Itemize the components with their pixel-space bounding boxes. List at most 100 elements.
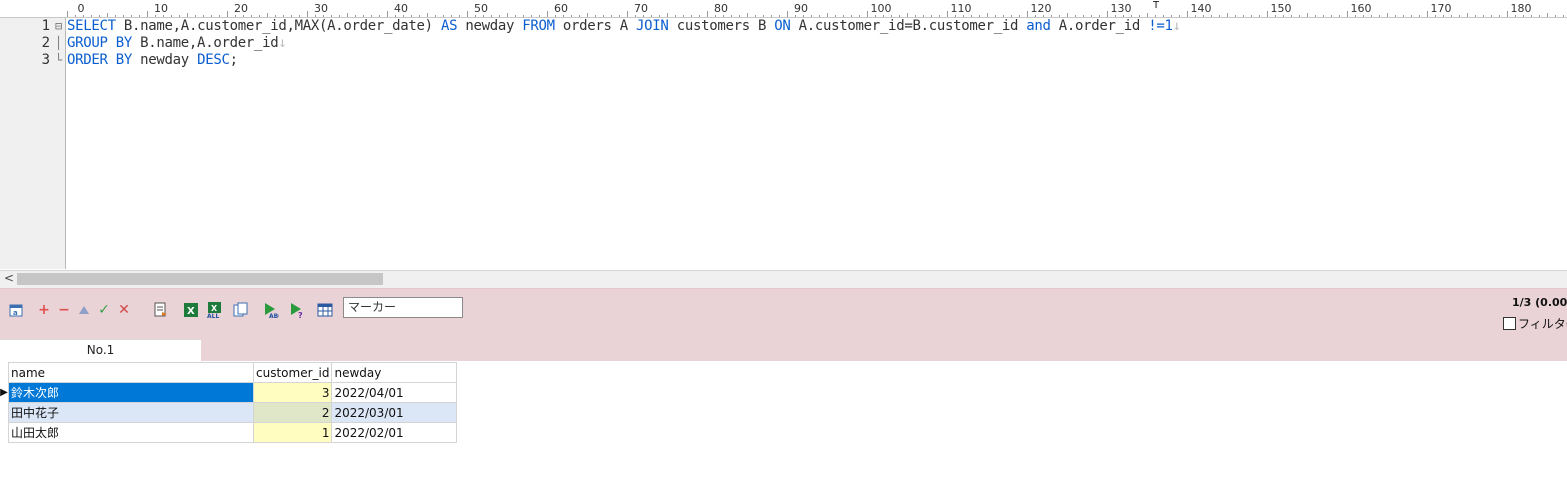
cell-customer-id[interactable]: 1 (252, 422, 333, 443)
ruler-tick (963, 15, 964, 17)
sql-token: ; (229, 52, 238, 68)
ruler-tick (499, 15, 500, 17)
svg-text:?: ? (298, 311, 303, 318)
ruler-tick (83, 15, 84, 17)
ruler-tick (1163, 15, 1164, 17)
ruler-label: 150 (1270, 2, 1292, 15)
ruler-tick (163, 15, 164, 17)
ruler-tick (643, 15, 644, 17)
code-line[interactable]: SELECT B.name,A.customer_id,MAX(A.order_… (67, 18, 1557, 35)
cell-newday[interactable]: 2022/02/01 (331, 422, 458, 443)
table-row[interactable]: 田中花子 2 2022/03/01 (0, 402, 458, 423)
ruler-tick (1523, 15, 1524, 17)
column-header-customer-id[interactable]: customer_id (252, 362, 333, 383)
export-file-icon[interactable] (153, 302, 169, 318)
ruler-tick (155, 15, 156, 17)
excel-all-export-icon[interactable]: X ALL (207, 302, 223, 318)
ruler-label: 100 (870, 2, 892, 15)
ruler-tick (1075, 15, 1076, 17)
ruler-label: 50 (474, 2, 488, 15)
record-view-icon[interactable]: a (8, 302, 24, 318)
ruler-tick (715, 15, 716, 17)
horizontal-scrollbar[interactable]: < (0, 270, 1567, 288)
move-up-icon[interactable] (76, 302, 92, 318)
ruler-tick (467, 11, 468, 17)
ruler-tick (211, 15, 212, 17)
ruler-tick (75, 15, 76, 17)
copy-icon[interactable] (233, 302, 249, 318)
svg-text:ABC: ABC (269, 313, 279, 318)
ruler-tick (891, 15, 892, 17)
run-query-help-icon[interactable]: ? (289, 302, 305, 318)
cell-customer-id[interactable]: 2 (252, 402, 333, 423)
ruler-tick (475, 15, 476, 17)
ruler-tick (443, 15, 444, 17)
cancel-cross-icon[interactable]: ✕ (116, 302, 132, 318)
ruler-tick (531, 15, 532, 17)
ruler-tick (91, 15, 92, 17)
ruler-tick (563, 15, 564, 17)
ruler-tick (763, 15, 764, 17)
ruler-tick (1011, 15, 1012, 17)
ruler-tick (1419, 15, 1420, 17)
scroll-left-icon[interactable]: < (4, 271, 14, 285)
ruler-tick (107, 13, 108, 17)
ruler-tick (371, 15, 372, 17)
ruler-tick (323, 15, 324, 17)
ruler-tick (747, 13, 748, 17)
ruler-tick (1491, 15, 1492, 17)
commit-check-icon[interactable]: ✓ (96, 302, 112, 318)
ruler-tick (1451, 15, 1452, 17)
ruler-tick (1307, 13, 1308, 17)
code-area[interactable]: SELECT B.name,A.customer_id,MAX(A.order_… (67, 18, 1557, 69)
column-header-newday[interactable]: newday (331, 362, 458, 383)
cell-name[interactable]: 鈴木次郎 (8, 382, 254, 403)
ruler-tick (1403, 15, 1404, 17)
ruler-tick (1323, 15, 1324, 17)
fold-collapse-icon[interactable]: ⊟ (55, 19, 63, 33)
cell-name[interactable]: 山田太郎 (8, 422, 254, 443)
ruler-tick (1331, 15, 1332, 17)
sql-keyword: ON (774, 18, 791, 34)
ruler-tick (995, 15, 996, 17)
marker-input[interactable]: マーカー (343, 297, 463, 318)
cell-customer-id[interactable]: 3 (252, 382, 333, 403)
svg-text:X: X (211, 304, 218, 313)
result-grid[interactable]: name customer_id newday ▶ 鈴木次郎 3 2022/04… (0, 362, 458, 443)
current-row-marker-icon: ▶ (0, 382, 9, 403)
ruler-tick (379, 15, 380, 17)
ruler-tick (731, 15, 732, 17)
column-header-name[interactable]: name (8, 362, 254, 383)
ruler-tick (1019, 15, 1020, 17)
code-line[interactable]: GROUP BY B.name,A.order_id↓ (67, 35, 1557, 52)
scrollbar-thumb[interactable] (17, 273, 383, 285)
sql-keyword: GROUP BY (67, 35, 133, 51)
delete-row-icon[interactable]: − (56, 302, 72, 318)
result-tab-1[interactable]: No.1 (0, 339, 201, 362)
cell-newday[interactable]: 2022/04/01 (331, 382, 458, 403)
cell-name[interactable]: 田中花子 (8, 402, 254, 423)
ruler-tick (339, 15, 340, 17)
code-line[interactable]: ORDER BY newday DESC; (67, 52, 1557, 69)
filter-checkbox[interactable]: フィルタ(L (1503, 315, 1567, 332)
excel-export-icon[interactable]: X (183, 302, 199, 318)
sql-editor[interactable]: 1 2 3 ⊟ │ └ SELECT B.name,A.customer_id,… (0, 18, 1567, 269)
ruler-tick (1131, 15, 1132, 17)
add-row-icon[interactable]: + (36, 302, 52, 318)
table-row[interactable]: ▶ 鈴木次郎 3 2022/04/01 (0, 382, 458, 403)
filter-checkbox-box[interactable] (1503, 317, 1516, 330)
ruler-tick (1227, 13, 1228, 17)
grid-view-icon[interactable] (317, 302, 333, 318)
table-row[interactable]: 山田太郎 1 2022/02/01 (0, 422, 458, 443)
ruler-tick (291, 15, 292, 17)
ruler-tick (283, 15, 284, 17)
ruler-tick (987, 13, 988, 17)
fold-line-icon: │ (55, 36, 63, 50)
ruler-label: 180 (1510, 2, 1532, 15)
ruler-tick (915, 15, 916, 17)
run-abc-icon[interactable]: ABC (263, 302, 279, 318)
ruler-tick (419, 15, 420, 17)
svg-text:a: a (13, 309, 18, 317)
line-number-gutter: 1 2 3 ⊟ │ └ (0, 18, 66, 269)
cell-newday[interactable]: 2022/03/01 (331, 402, 458, 423)
